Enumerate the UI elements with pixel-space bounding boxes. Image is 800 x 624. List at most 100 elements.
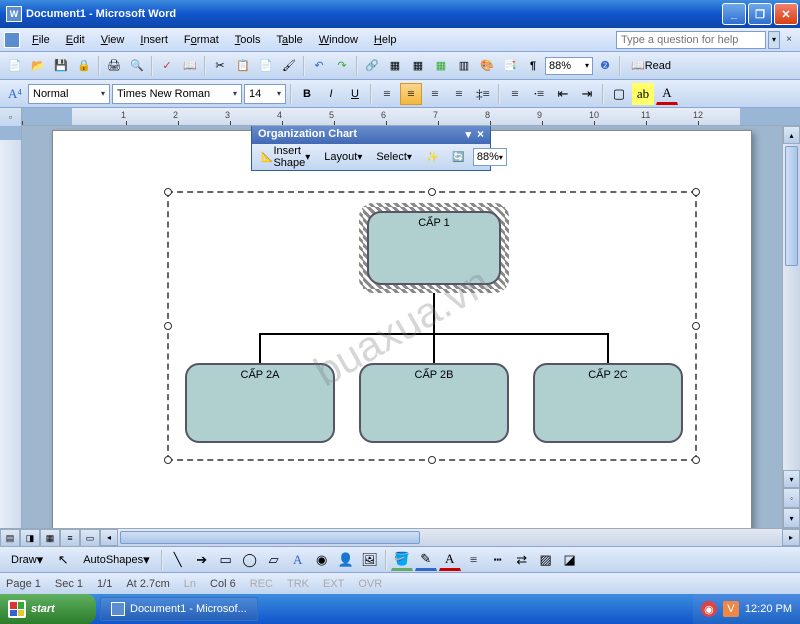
autoshapes-menu[interactable]: AutoShapes ▾ xyxy=(76,549,156,571)
menu-edit[interactable]: Edit xyxy=(58,32,93,48)
scroll-right-icon[interactable]: ▸ xyxy=(782,529,800,546)
indent-button[interactable]: ⇥ xyxy=(576,83,598,105)
system-tray[interactable]: ◉ V 12:20 PM xyxy=(693,594,800,624)
resize-handle[interactable] xyxy=(428,188,436,196)
justify-button[interactable]: ≡ xyxy=(448,83,470,105)
reading-view-icon[interactable]: ▭ xyxy=(80,529,100,547)
numbering-button[interactable]: ≡ xyxy=(504,83,526,105)
format-painter-icon[interactable]: 🖌 xyxy=(278,55,300,77)
org-node-2b[interactable]: CẤP 2B xyxy=(359,363,509,443)
align-center-button[interactable]: ≡ xyxy=(400,83,422,105)
org-node-2c[interactable]: CẤP 2C xyxy=(533,363,683,443)
menu-table[interactable]: Table xyxy=(268,32,310,48)
web-view-icon[interactable]: ◨ xyxy=(20,529,40,547)
arrow-style-icon[interactable]: ⇄ xyxy=(511,549,533,571)
menu-view[interactable]: View xyxy=(93,32,133,48)
fill-color-icon[interactable]: 🪣 xyxy=(391,549,413,571)
undo-icon[interactable]: ↶ xyxy=(308,55,330,77)
prev-page-icon[interactable]: ◦ xyxy=(783,488,800,508)
maximize-button[interactable]: ❐ xyxy=(748,3,772,25)
minimize-button[interactable]: _ xyxy=(722,3,746,25)
outline-view-icon[interactable]: ≡ xyxy=(60,529,80,547)
resize-handle[interactable] xyxy=(164,188,172,196)
italic-button[interactable]: I xyxy=(320,83,342,105)
underline-button[interactable]: U xyxy=(344,83,366,105)
orgchart-canvas[interactable]: CẤP 1 CẤP 2A CẤP 2B CẤP 2C xyxy=(167,191,697,461)
picture-icon[interactable]: 🖼 xyxy=(359,549,381,571)
borders-button[interactable]: ▢ xyxy=(608,83,630,105)
print-view-icon[interactable]: ▦ xyxy=(40,529,60,547)
text-wrap-icon[interactable]: 🔄 xyxy=(446,147,470,167)
diagram-icon[interactable]: ◉ xyxy=(311,549,333,571)
open-icon[interactable]: 📂 xyxy=(27,55,49,77)
menu-tools[interactable]: Tools xyxy=(227,32,269,48)
line-icon[interactable]: ╲ xyxy=(167,549,189,571)
start-button[interactable]: start xyxy=(0,594,96,624)
scroll-thumb-v[interactable] xyxy=(785,146,798,266)
insert-table-icon[interactable]: ▦ xyxy=(407,55,429,77)
bold-button[interactable]: B xyxy=(296,83,318,105)
orgchart-toolbar-close-icon[interactable]: × xyxy=(477,127,484,141)
print-preview-icon[interactable]: 🔍 xyxy=(126,55,148,77)
document-canvas[interactable]: Organization Chart ▾ × 📐Insert Shape ▾ L… xyxy=(22,126,782,528)
research-icon[interactable]: 📖 xyxy=(179,55,201,77)
close-button[interactable]: ✕ xyxy=(774,3,798,25)
orgchart-toolbar-options-icon[interactable]: ▾ xyxy=(465,128,471,141)
clock[interactable]: 12:20 PM xyxy=(745,603,792,615)
menu-insert[interactable]: Insert xyxy=(132,32,176,48)
autoformat-icon[interactable]: ✨ xyxy=(420,147,444,167)
resize-handle[interactable] xyxy=(164,322,172,330)
textbox-icon[interactable]: ▱ xyxy=(263,549,285,571)
read-button[interactable]: 📖 Read xyxy=(624,55,678,77)
status-trk[interactable]: TRK xyxy=(287,578,309,590)
show-hide-icon[interactable]: ¶ xyxy=(522,55,544,77)
menu-file[interactable]: File xyxy=(24,32,58,48)
resize-handle[interactable] xyxy=(692,322,700,330)
resize-handle[interactable] xyxy=(692,456,700,464)
line-color-icon[interactable]: ✎ xyxy=(415,549,437,571)
cut-icon[interactable]: ✂ xyxy=(209,55,231,77)
select-button[interactable]: Select ▾ xyxy=(370,147,418,167)
orgchart-toolbar-header[interactable]: Organization Chart ▾ × xyxy=(252,126,490,144)
clipart-icon[interactable]: 👤 xyxy=(335,549,357,571)
insert-shape-button[interactable]: 📐Insert Shape ▾ xyxy=(255,147,316,167)
ruler-vertical[interactable] xyxy=(0,126,22,528)
status-rec[interactable]: REC xyxy=(250,578,273,590)
status-ext[interactable]: EXT xyxy=(323,578,344,590)
drawing-icon[interactable]: 🎨 xyxy=(476,55,498,77)
scrollbar-vertical[interactable]: ▴ ▾ ◦ ▾ xyxy=(782,126,800,528)
docmap-icon[interactable]: 📑 xyxy=(499,55,521,77)
resize-handle[interactable] xyxy=(692,188,700,196)
select-objects-icon[interactable]: ↖ xyxy=(52,549,74,571)
layout-button[interactable]: Layout ▾ xyxy=(318,147,368,167)
redo-icon[interactable]: ↷ xyxy=(331,55,353,77)
highlight-button[interactable]: ab xyxy=(632,83,654,105)
line-style-icon[interactable]: ≡ xyxy=(463,549,485,571)
help-input[interactable] xyxy=(616,31,766,49)
menu-window[interactable]: Window xyxy=(311,32,366,48)
ruler-horizontal[interactable]: 1123456789101112 xyxy=(22,108,800,126)
styles-pane-icon[interactable]: A⁴ xyxy=(4,83,26,105)
columns-icon[interactable]: ▥ xyxy=(453,55,475,77)
arrow-icon[interactable]: ➔ xyxy=(191,549,213,571)
taskbar-app-button[interactable]: Document1 - Microsof... xyxy=(100,597,258,621)
outdent-button[interactable]: ⇤ xyxy=(552,83,574,105)
shadow-icon[interactable]: ▨ xyxy=(535,549,557,571)
next-page-icon[interactable]: ▾ xyxy=(783,508,800,528)
tables-borders-icon[interactable]: ▦ xyxy=(384,55,406,77)
normal-view-icon[interactable]: ▤ xyxy=(0,529,20,547)
copy-icon[interactable]: 📋 xyxy=(232,55,254,77)
font-color-button[interactable]: A xyxy=(656,83,678,105)
paste-icon[interactable]: 📄 xyxy=(255,55,277,77)
dash-style-icon[interactable]: ┅ xyxy=(487,549,509,571)
save-icon[interactable]: 💾 xyxy=(50,55,72,77)
excel-icon[interactable]: ▦ xyxy=(430,55,452,77)
orgchart-zoom[interactable]: 88%▾ xyxy=(473,148,507,166)
orgchart-toolbar[interactable]: Organization Chart ▾ × 📐Insert Shape ▾ L… xyxy=(251,126,491,171)
help-dropdown[interactable]: ▾ xyxy=(768,31,780,49)
new-doc-icon[interactable]: 📄 xyxy=(4,55,26,77)
menu-format[interactable]: Format xyxy=(176,32,227,48)
hyperlink-icon[interactable]: 🔗 xyxy=(361,55,383,77)
scroll-up-icon[interactable]: ▴ xyxy=(783,126,800,144)
zoom-combo[interactable]: 88%▾ xyxy=(545,57,593,75)
